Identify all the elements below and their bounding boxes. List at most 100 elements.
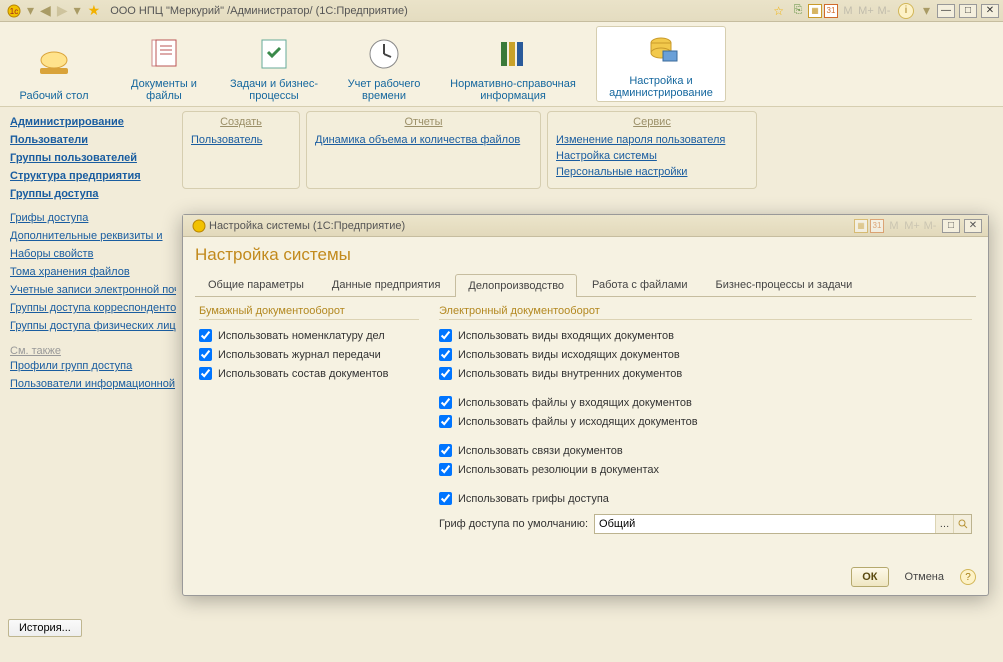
tab-processes[interactable]: Бизнес-процессы и задачи	[703, 273, 866, 296]
dialog-calendar-icon[interactable]: 31	[870, 219, 884, 233]
cancel-button[interactable]: Отмена	[895, 568, 954, 586]
sidebar-accessgroups[interactable]: Группы доступа	[10, 185, 176, 203]
sidebar-grifs[interactable]: Грифы доступа	[10, 209, 176, 227]
favorite-icon[interactable]: ★	[88, 2, 101, 19]
fav2-icon[interactable]: ☆	[773, 4, 784, 18]
section-tasks[interactable]: Задачи и бизнес-процессы	[228, 26, 320, 102]
chk-internal-types[interactable]: Использовать виды внутренних документов	[439, 364, 972, 383]
chk-access-grifs[interactable]: Использовать грифы доступа	[439, 489, 972, 508]
service-changepass[interactable]: Изменение пароля пользователя	[556, 132, 748, 148]
sidebar-volumes[interactable]: Тома хранения файлов	[10, 263, 176, 281]
sidebar-extraprops[interactable]: Дополнительные реквизиты и	[10, 227, 176, 245]
dropdown-icon[interactable]: ▾	[27, 2, 34, 19]
sidebar: Администрирование Пользователи Группы по…	[0, 107, 176, 662]
tab-docflow[interactable]: Делопроизводство	[455, 274, 577, 297]
default-grif-label: Гриф доступа по умолчанию:	[439, 518, 588, 530]
section-label: Документы и файлы	[118, 78, 210, 102]
sidebar-seealso-label: См. также	[10, 345, 176, 357]
tab-general[interactable]: Общие параметры	[195, 273, 317, 296]
paper-group-title: Бумажный документооборот	[199, 305, 419, 320]
panel-service-title: Сервис	[556, 116, 748, 128]
chk-incoming-types[interactable]: Использовать виды входящих документов	[439, 326, 972, 345]
section-admin[interactable]: Настройка и администрирование	[596, 26, 726, 102]
dialog-app-icon	[191, 218, 207, 234]
service-settings[interactable]: Настройка системы	[556, 148, 748, 164]
mminus-btn: M-	[876, 3, 892, 19]
history-button[interactable]: История...	[8, 619, 82, 637]
sidebar-structure[interactable]: Структура предприятия	[10, 167, 176, 185]
sidebar-users[interactable]: Пользователи	[10, 131, 176, 149]
chk-transfer-journal[interactable]: Использовать журнал передачи	[199, 345, 419, 364]
section-documents[interactable]: Документы и файлы	[118, 26, 210, 102]
chk-outgoing-types[interactable]: Использовать виды исходящих документов	[439, 345, 972, 364]
dialog-mplus: M+	[904, 218, 920, 234]
dialog-titlebar: Настройка системы (1С:Предприятие) ▦ 31 …	[183, 215, 988, 237]
sidebar-administration[interactable]: Администрирование	[10, 113, 176, 131]
panel-service: Сервис Изменение пароля пользователя Нас…	[547, 111, 757, 189]
chk-resolutions[interactable]: Использовать резолюции в документах	[439, 460, 972, 479]
section-label: Рабочий стол	[19, 90, 88, 102]
section-label: Учет рабочего времени	[338, 78, 430, 102]
panel-reports: Отчеты Динамика объема и количества файл…	[306, 111, 541, 189]
default-grif-input-wrap: …	[594, 514, 972, 534]
section-toolbar: Рабочий стол Документы и файлы Задачи и …	[0, 22, 1003, 107]
calendar-icon[interactable]: 31	[824, 4, 838, 18]
system-settings-dialog: Настройка системы (1С:Предприятие) ▦ 31 …	[182, 214, 989, 596]
main-titlebar: 1c ▾ ◀ ▶ ▾ ★ ООО НПЦ "Меркурий" /Админис…	[0, 0, 1003, 22]
report-dynamics[interactable]: Динамика объема и количества файлов	[315, 132, 532, 148]
panel-create-title: Создать	[191, 116, 291, 128]
electronic-group-title: Электронный документооборот	[439, 305, 972, 320]
sidebar-usergroups[interactable]: Группы пользователей	[10, 149, 176, 167]
minimize-button[interactable]: —	[937, 4, 955, 18]
chk-doc-links[interactable]: Использовать связи документов	[439, 441, 972, 460]
window-title: ООО НПЦ "Меркурий" /Администратор/ (1С:П…	[110, 5, 408, 17]
section-desktop[interactable]: Рабочий стол	[8, 26, 100, 102]
svg-text:1c: 1c	[10, 7, 18, 16]
tab-enterprise[interactable]: Данные предприятия	[319, 273, 453, 296]
dialog-calc-icon[interactable]: ▦	[854, 219, 868, 233]
section-label: Нормативно-справочная информация	[448, 78, 578, 102]
section-label: Задачи и бизнес-процессы	[228, 78, 320, 102]
panel-reports-title: Отчеты	[315, 116, 532, 128]
section-label: Настройка и администрирование	[601, 75, 721, 99]
calc-icon[interactable]: ▦	[808, 4, 822, 18]
sidebar-propsets[interactable]: Наборы свойств	[10, 245, 176, 263]
create-user[interactable]: Пользователь	[191, 132, 291, 148]
chk-doc-composition[interactable]: Использовать состав документов	[199, 364, 419, 383]
chk-outgoing-files[interactable]: Использовать файлы у исходящих документо…	[439, 412, 972, 431]
nav-back-icon[interactable]: ◀	[40, 2, 51, 19]
dialog-close[interactable]: ✕	[964, 219, 982, 233]
dialog-maximize[interactable]: □	[942, 219, 960, 233]
sidebar-profiles[interactable]: Профили групп доступа	[10, 357, 176, 375]
dropdown2-icon[interactable]: ▾	[74, 2, 81, 19]
maximize-button[interactable]: □	[959, 4, 977, 18]
panel-create: Создать Пользователь	[182, 111, 300, 189]
grif-select-button[interactable]: …	[935, 515, 953, 533]
tab-files[interactable]: Работа с файлами	[579, 273, 700, 296]
chk-nomenclature[interactable]: Использовать номенклатуру дел	[199, 326, 419, 345]
sidebar-phys-access[interactable]: Группы доступа физических лиц	[10, 317, 176, 335]
close-button[interactable]: ✕	[981, 4, 999, 18]
sidebar-emailaccounts[interactable]: Учетные записи электронной почты	[10, 281, 176, 299]
dialog-m: M	[886, 218, 902, 234]
section-reference[interactable]: Нормативно-справочная информация	[448, 26, 578, 102]
info-icon[interactable]: i	[898, 3, 914, 19]
default-grif-input[interactable]	[595, 515, 935, 533]
dialog-heading: Настройка системы	[195, 245, 976, 265]
mplus-btn: M+	[858, 3, 874, 19]
chk-incoming-files[interactable]: Использовать файлы у входящих документов	[439, 393, 972, 412]
grif-lookup-button[interactable]	[953, 515, 971, 533]
infodrop-icon[interactable]: ▾	[923, 2, 930, 19]
dialog-mminus: M-	[922, 218, 938, 234]
sidebar-info-users[interactable]: Пользователи информационной	[10, 375, 176, 393]
link-icon[interactable]: ⎘	[790, 3, 806, 19]
sidebar-corr-access[interactable]: Группы доступа корреспондентов	[10, 299, 176, 317]
dialog-title: Настройка системы (1С:Предприятие)	[209, 220, 405, 232]
service-personal[interactable]: Персональные настройки	[556, 164, 748, 180]
section-time[interactable]: Учет рабочего времени	[338, 26, 430, 102]
nav-fwd-icon[interactable]: ▶	[57, 2, 68, 19]
dialog-tabs: Общие параметры Данные предприятия Делоп…	[195, 273, 976, 297]
ok-button[interactable]: ОК	[851, 567, 888, 587]
help-button[interactable]: ?	[960, 569, 976, 585]
m-btn: M	[840, 3, 856, 19]
